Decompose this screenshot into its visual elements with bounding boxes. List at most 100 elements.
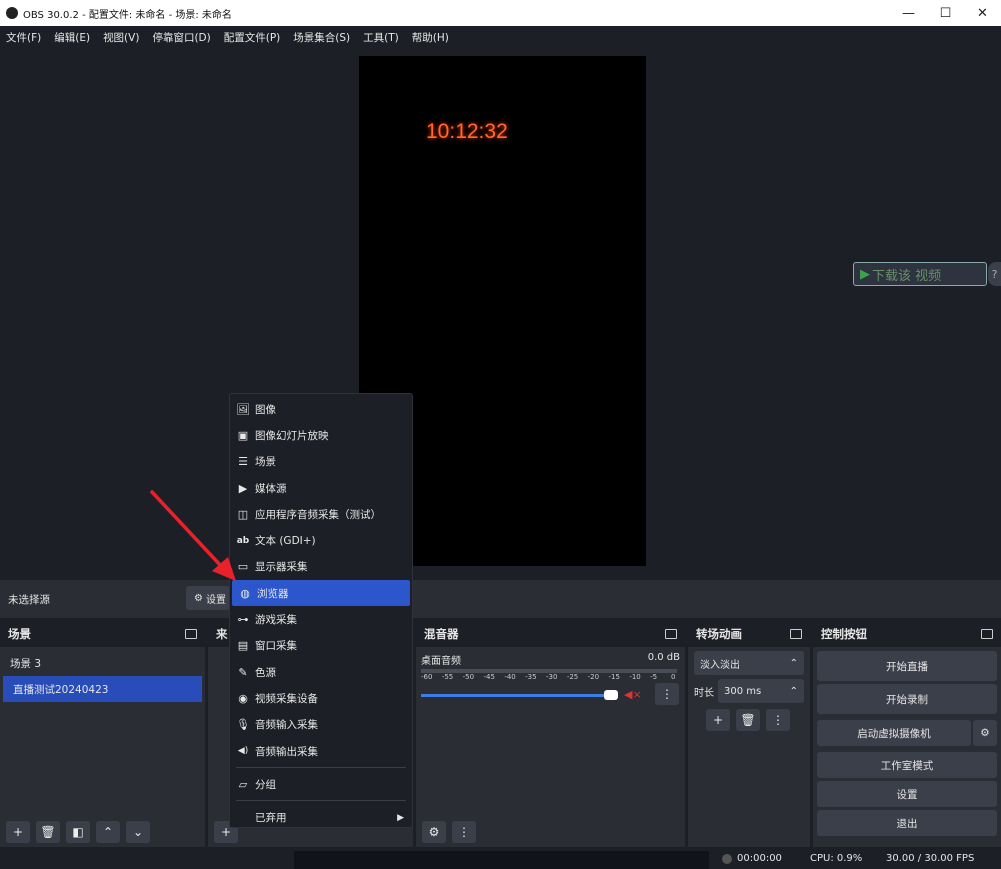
annotation-arrow-icon [150, 490, 236, 581]
menu-item-image[interactable]: 🖼 图像 [230, 396, 412, 422]
menu-item-label: 浏览器 [257, 587, 289, 600]
menu-file[interactable]: 文件(F) [0, 30, 48, 45]
start-virtual-camera-button[interactable]: 启动虚拟摄像机 [817, 720, 971, 746]
menu-item-game-capture[interactable]: ⊶ 游戏采集 [230, 606, 412, 632]
source-settings-button[interactable]: ⚙ 设置 [186, 586, 230, 610]
add-scene-button[interactable]: + [6, 821, 30, 843]
menu-item-label: 音频输出采集 [255, 745, 318, 758]
mixer-track-level: 0.0 dB [647, 652, 680, 663]
window-titlebar: OBS 30.0.2 - 配置文件: 未命名 - 场景: 未命名 — ☐ ✕ [0, 0, 1001, 26]
menu-item-video-capture-device[interactable]: ◉ 视频采集设备 [230, 685, 412, 711]
menu-help[interactable]: 帮助(H) [406, 30, 456, 45]
close-button[interactable]: ✕ [964, 0, 1001, 26]
menu-item-group[interactable]: ▱ 分组 [230, 771, 412, 797]
undock-icon[interactable] [665, 629, 677, 639]
virtual-camera-row: 启动虚拟摄像机 ⚙ [813, 717, 1001, 749]
menu-item-audio-input-capture[interactable]: 🎙 音频输入采集 [230, 712, 412, 738]
recording-status: 00:00:00 [722, 853, 782, 864]
menu-item-audio-output-capture[interactable]: ◀) 音频输出采集 [230, 738, 412, 764]
exit-button[interactable]: 退出 [817, 810, 997, 836]
scene-filters-button[interactable]: ◧ [66, 821, 90, 843]
list-icon: ☰ [238, 455, 248, 469]
start-recording-button[interactable]: 开始录制 [817, 684, 997, 714]
settings-button[interactable]: 设置 [817, 781, 997, 807]
menu-item-browser[interactable]: ◍ 浏览器 [232, 580, 410, 607]
menu-item-window-capture[interactable]: ▤ 窗口采集 [230, 633, 412, 659]
audio-mixer-dock: 混音器 桌面音频 0.0 dB -60 -55 -50 -45 -40 -35 -30 -25… [416, 621, 685, 847]
menu-view[interactable]: 视图(V) [97, 30, 146, 45]
menu-item-label: 游戏采集 [255, 614, 297, 627]
advanced-audio-button[interactable]: ⚙ [422, 821, 446, 843]
mixer-track-menu-button[interactable]: ⋮ [655, 683, 679, 705]
menu-item-label: 显示器采集 [255, 561, 308, 574]
move-scene-up-button[interactable]: ⌃ [96, 821, 120, 843]
menu-item-deprecated[interactable]: 已弃用 ▶ [230, 804, 412, 830]
controls-dock-header: 控制按钮 [813, 621, 1001, 647]
maximize-button[interactable]: ☐ [927, 0, 964, 26]
fps-indicator: 30.00 / 30.00 FPS [886, 853, 975, 864]
gear-icon: ⚙ [194, 592, 203, 604]
menu-item-text-gdi[interactable]: ab 文本 (GDI+) [230, 527, 412, 553]
duration-spinbox[interactable]: 300 ms ⌃ [718, 679, 804, 703]
undock-icon[interactable] [981, 629, 993, 639]
transitions-title: 转场动画 [696, 627, 742, 641]
brush-icon: ✎ [238, 665, 248, 679]
download-video-button[interactable]: ▶ 下载该 视频 [853, 262, 987, 286]
duration-value: 300 ms [724, 685, 762, 697]
studio-mode-button[interactable]: 工作室模式 [817, 752, 997, 778]
add-transition-button[interactable]: + [706, 709, 730, 731]
transition-type-select[interactable]: 淡入淡出 ⌃ [694, 651, 804, 675]
undock-icon[interactable] [790, 629, 802, 639]
duration-label: 时长 [694, 687, 714, 699]
start-streaming-button[interactable]: 开始直播 [817, 651, 997, 681]
meter-tick-label: -35 [525, 673, 537, 681]
menu-tools[interactable]: 工具(T) [357, 30, 406, 45]
meter-tick-label: -25 [566, 673, 579, 681]
minimize-button[interactable]: — [890, 0, 927, 26]
transition-type-value: 淡入淡出 [700, 659, 740, 671]
scene-item-selected[interactable]: 直播测试20240423 [3, 676, 202, 702]
transition-menu-button[interactable]: ⋮ [766, 709, 790, 731]
speaker-icon: ◀) [237, 746, 249, 756]
menu-item-app-audio-capture[interactable]: ◫ 应用程序音频采集（测试） [230, 501, 412, 527]
scene-item[interactable]: 场景 3 [0, 650, 205, 676]
menu-item-scene[interactable]: ☰ 场景 [230, 449, 412, 475]
remove-transition-button[interactable]: 🗑 [736, 709, 760, 731]
menu-item-display-capture[interactable]: ▭ 显示器采集 [230, 554, 412, 580]
add-source-context-menu: 🖼 图像 ▣ 图像幻灯片放映 ☰ 场景 ▶ 媒体源 ◫ 应用程序音频采集（测试） ab 文本… [229, 393, 413, 828]
meter-tick-label: 0 [671, 673, 676, 681]
menu-item-color-source[interactable]: ✎ 色源 [230, 659, 412, 685]
mixer-toolbar: ⚙ ⋮ [422, 821, 476, 843]
volume-slider[interactable] [421, 694, 607, 697]
volume-meter: -60 -55 -50 -45 -40 -35 -30 -25 -20 -15 -10 -5 0 [421, 669, 680, 683]
move-scene-down-button[interactable]: ⌄ [126, 821, 150, 843]
transitions-dock: 转场动画 淡入淡出 ⌃ 时长 300 ms ⌃ + 🗑 ⋮ [688, 621, 810, 847]
spin-arrows-icon: ⌃ [789, 685, 798, 697]
menu-item-slideshow[interactable]: ▣ 图像幻灯片放映 [230, 422, 412, 448]
menu-item-label: 色源 [255, 666, 276, 679]
menu-item-label: 音频输入采集 [255, 719, 318, 732]
controls-title: 控制按钮 [821, 627, 867, 641]
mixer-menu-button[interactable]: ⋮ [452, 821, 476, 843]
menu-docks[interactable]: 停靠窗口(D) [146, 30, 217, 45]
menu-bar: 文件(F) 编辑(E) 视图(V) 停靠窗口(D) 配置文件(P) 场景集合(S… [0, 26, 1001, 48]
menu-scene-collection[interactable]: 场景集合(S) [287, 30, 357, 45]
meter-tick-label: -55 [441, 673, 454, 681]
download-video-label: 下载该 视频 [872, 268, 942, 284]
undock-icon[interactable] [185, 629, 197, 639]
mute-icon[interactable]: ◀× [624, 688, 642, 701]
scenes-dock-header: 场景 [0, 621, 205, 647]
menu-item-label: 已弃用 [255, 812, 287, 825]
menu-item-media-source[interactable]: ▶ 媒体源 [230, 475, 412, 501]
download-help-button[interactable]: ? [988, 262, 1001, 286]
menu-edit[interactable]: 编辑(E) [48, 30, 97, 45]
meter-tick-label: -30 [546, 673, 558, 681]
overlay-taskbar [294, 851, 709, 869]
menu-item-label: 场景 [255, 456, 276, 469]
remove-scene-button[interactable]: 🗑 [36, 821, 60, 843]
folder-icon: ▱ [238, 777, 248, 791]
menu-profile[interactable]: 配置文件(P) [218, 30, 288, 45]
globe-icon: ◍ [240, 586, 250, 600]
volume-slider-handle[interactable] [604, 690, 618, 700]
gear-icon[interactable]: ⚙ [973, 720, 997, 746]
